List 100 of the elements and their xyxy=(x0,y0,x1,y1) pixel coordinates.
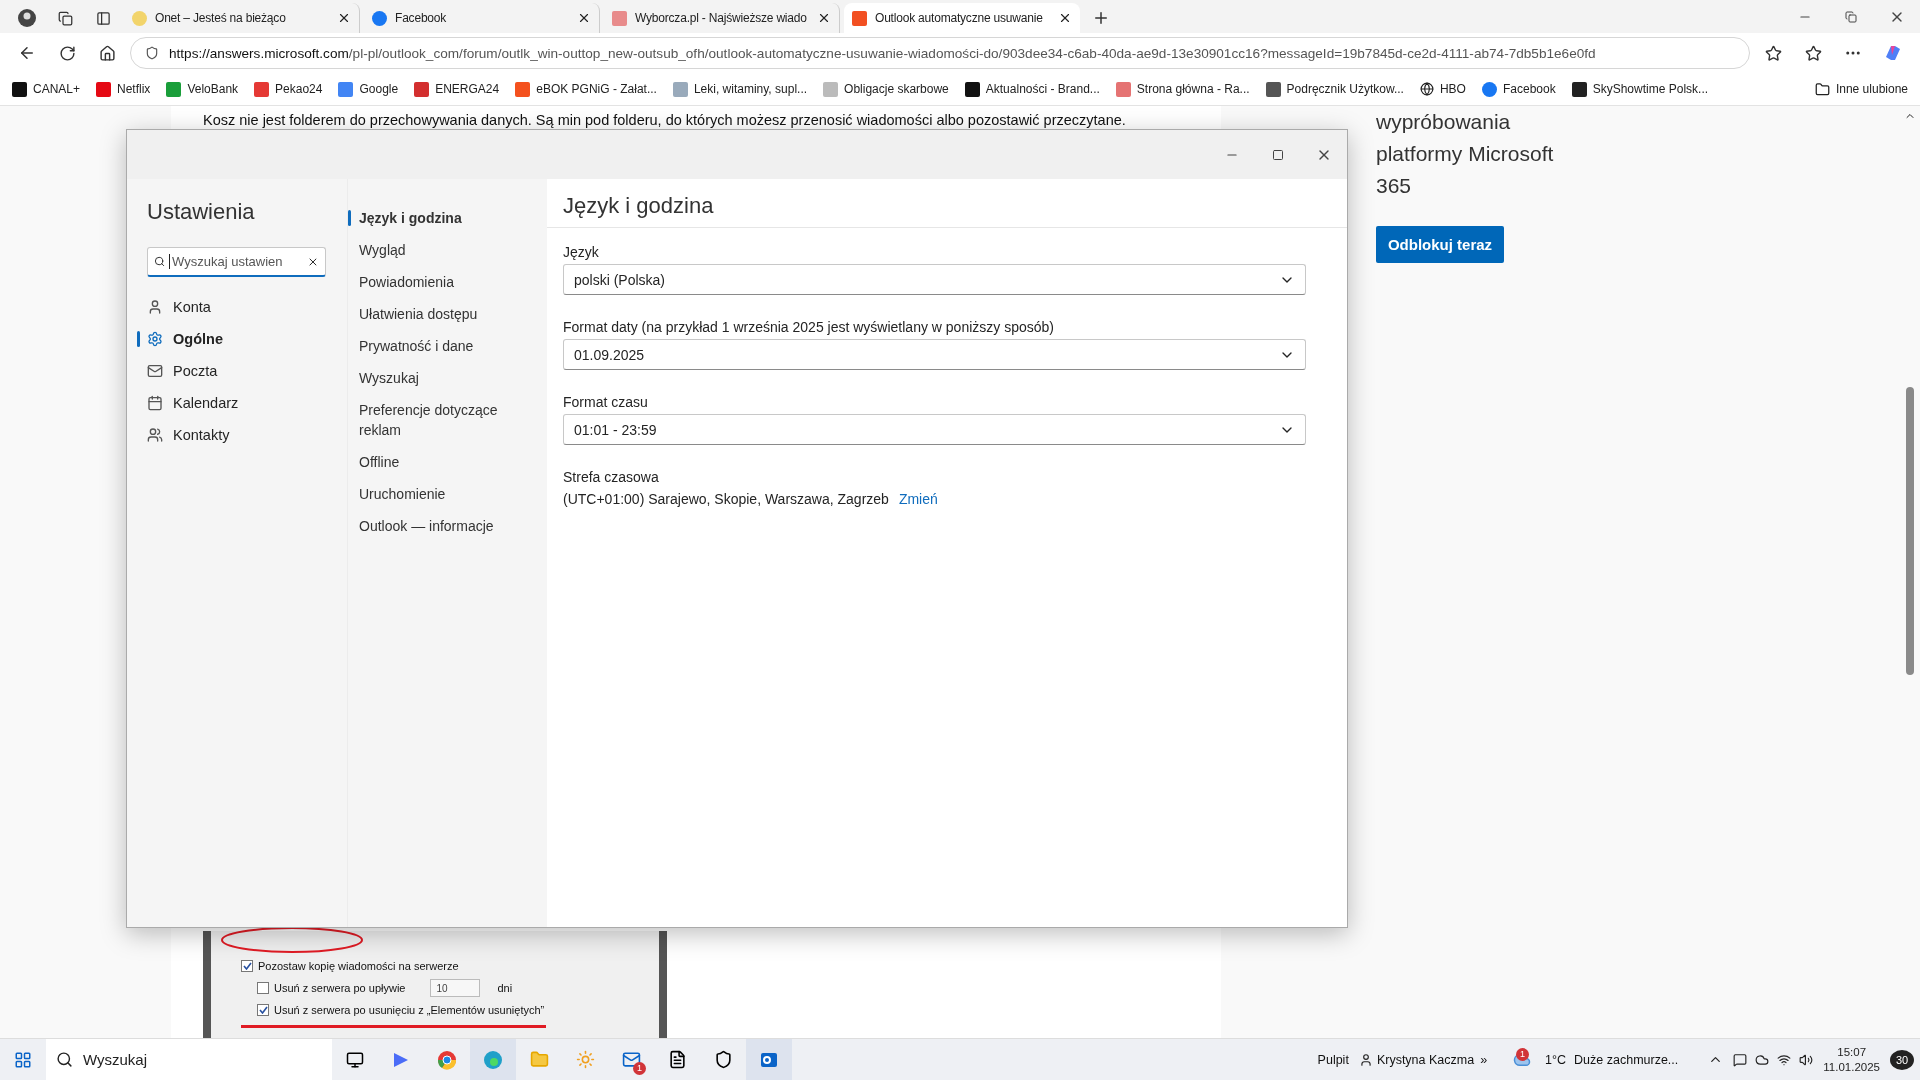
taskbar-button[interactable]: 1 xyxy=(608,1038,654,1080)
nav-item[interactable]: Konta xyxy=(127,291,347,323)
subnav-item[interactable]: Powiadomienia xyxy=(348,266,547,298)
bookmark-item[interactable]: ENERGA24 xyxy=(414,81,500,97)
notification-count[interactable]: 30 xyxy=(1890,1049,1914,1070)
site-icon xyxy=(823,81,839,97)
clock[interactable]: 15:07 11.01.2025 xyxy=(1823,1044,1880,1075)
close-icon[interactable] xyxy=(817,11,831,25)
bookmark-item[interactable]: Aktualności - Brand... xyxy=(964,81,1100,97)
address-bar[interactable] xyxy=(130,37,1750,69)
site-icon xyxy=(372,10,387,26)
envelope-icon xyxy=(621,1050,641,1069)
notification-badge: 1 xyxy=(633,1061,646,1075)
notification-badge: 1 xyxy=(1516,1047,1530,1061)
bookmark-item[interactable]: Leki, witaminy, supl... xyxy=(672,81,808,97)
cloud-icon[interactable] xyxy=(1755,1052,1770,1067)
dropdown[interactable]: 01:01 - 23:59 xyxy=(563,414,1306,445)
browser-tab[interactable]: Outlook automatyczne usuwanie xyxy=(844,3,1080,33)
envelope-icon xyxy=(147,363,163,379)
site-icon xyxy=(414,81,430,97)
search-icon xyxy=(154,255,166,268)
unlock-button[interactable]: Odblokuj teraz xyxy=(1376,226,1504,263)
subnav-item[interactable]: Język i godzina xyxy=(348,202,547,234)
number-field: 10 xyxy=(430,979,481,997)
volume-icon[interactable] xyxy=(1799,1052,1814,1067)
dropdown[interactable]: polski (Polska) xyxy=(563,264,1306,295)
section-heading: Język i godzina xyxy=(547,179,1347,228)
calendar-icon xyxy=(147,395,163,411)
subnav-item[interactable]: Ułatwienia dostępu xyxy=(348,298,547,330)
person-icon xyxy=(147,299,163,315)
weather-button[interactable]: 1 xyxy=(1507,1038,1538,1080)
field-label: Format czasu xyxy=(563,394,649,412)
gear-icon xyxy=(147,331,163,347)
taskbar-search[interactable]: Wyszukaj xyxy=(46,1038,332,1080)
subnav-item[interactable]: Wygląd xyxy=(348,234,547,266)
nav-item[interactable]: Kalendarz xyxy=(127,387,347,419)
timezone-value: (UTC+01:00) Sarajewo, Skopie, Warszawa, Zagrzeb xyxy=(563,491,889,507)
unit-label: dni xyxy=(497,982,513,994)
subnav-item[interactable]: Offline xyxy=(348,446,547,478)
bookmark-item[interactable]: Netflix xyxy=(96,81,151,97)
more-chevron[interactable]: » xyxy=(1480,1052,1488,1067)
globe-icon xyxy=(1419,82,1434,96)
desktop-label[interactable]: Pulpit xyxy=(1317,1052,1349,1067)
site-icon xyxy=(1571,81,1587,97)
network-icon[interactable] xyxy=(1777,1052,1792,1067)
field-label: Format daty (na przykład 1 września 2025 jest wyświetlany w poniższy sposób) xyxy=(563,319,1055,337)
bookmark-item[interactable]: eBOK PGNiG - Załat... xyxy=(515,81,657,97)
nav-item[interactable]: Kontakty xyxy=(127,419,347,451)
tray-icon[interactable] xyxy=(1733,1052,1748,1067)
site-icon xyxy=(254,81,270,97)
subnav-item[interactable]: Prywatność i dane xyxy=(348,330,547,362)
bookmark-item[interactable]: VeloBank xyxy=(166,81,239,97)
folder-icon xyxy=(1814,81,1830,97)
dropdown[interactable]: 01.09.2025 xyxy=(563,339,1306,370)
search-box[interactable]: Wyszukaj ustawien xyxy=(147,247,326,277)
promo-text: 365 xyxy=(1376,173,1413,199)
bookmark-item[interactable]: Obligacje skarbowe xyxy=(823,81,949,97)
close-icon[interactable] xyxy=(1058,11,1072,25)
bookmark-item[interactable]: Google xyxy=(338,81,399,97)
site-icon xyxy=(132,10,147,26)
subnav-item[interactable]: Uruchomienie xyxy=(348,478,547,510)
site-icon xyxy=(96,81,112,97)
nav-item[interactable]: Poczta xyxy=(127,355,347,387)
bookmark-item[interactable]: Strona główna - Ra... xyxy=(1115,81,1250,97)
user-name[interactable]: Krystyna Kaczma xyxy=(1376,1052,1475,1067)
option-label: Usuń z serwera po upływie xyxy=(274,982,406,994)
field-label: Strefa czasowa xyxy=(563,469,660,487)
subnav-item[interactable]: Outlook — informacje xyxy=(348,510,547,542)
bookmark-item[interactable]: Facebook xyxy=(1481,81,1556,97)
scrollbar-thumb[interactable] xyxy=(1906,387,1914,675)
change-link[interactable]: Zmień xyxy=(898,491,938,507)
site-icon xyxy=(964,81,980,97)
promo-text: wypróbowania xyxy=(1376,109,1512,135)
site-icon xyxy=(166,81,182,97)
promo-text: platformy Microsoft xyxy=(1376,141,1554,167)
site-icon xyxy=(672,81,688,97)
site-icon xyxy=(852,10,867,26)
bookmark-item[interactable]: HBO xyxy=(1419,82,1466,96)
bookmark-item[interactable]: CANAL+ xyxy=(12,81,81,97)
site-icon xyxy=(1265,81,1281,97)
site-icon xyxy=(338,81,354,97)
subnav-item[interactable]: Preferencje dotyczące reklam xyxy=(348,394,547,446)
bookmark-item[interactable]: Podręcznik Użytkow... xyxy=(1265,81,1404,97)
site-icon xyxy=(12,81,27,97)
option-label: Pozostaw kopię wiadomości na serwerze xyxy=(258,960,459,972)
subnav-item[interactable]: Wyszukaj xyxy=(348,362,547,394)
temperature-text: 1°C xyxy=(1545,1052,1567,1067)
article-text: Kosz nie jest folderem do przechowywania danych. Są min pod folderu, do których możesz przenosić wiadomości albo pozostawić przeczytane. xyxy=(203,112,1127,128)
search-icon xyxy=(56,1051,73,1068)
site-icon xyxy=(515,81,531,97)
people-icon xyxy=(147,427,163,443)
weather-text: Duże zachmurze... xyxy=(1574,1052,1679,1067)
close-icon[interactable] xyxy=(577,11,591,25)
favorites-folder[interactable]: Inne ulubione xyxy=(1814,81,1908,97)
field-label: Język xyxy=(563,244,600,262)
bookmark-item[interactable]: Pekao24 xyxy=(254,81,323,97)
site-icon xyxy=(1115,81,1131,97)
close-icon[interactable] xyxy=(337,11,351,25)
bookmark-item[interactable]: SkyShowtime Polsk... xyxy=(1571,81,1709,97)
nav-item[interactable]: Ogólne xyxy=(127,323,347,355)
